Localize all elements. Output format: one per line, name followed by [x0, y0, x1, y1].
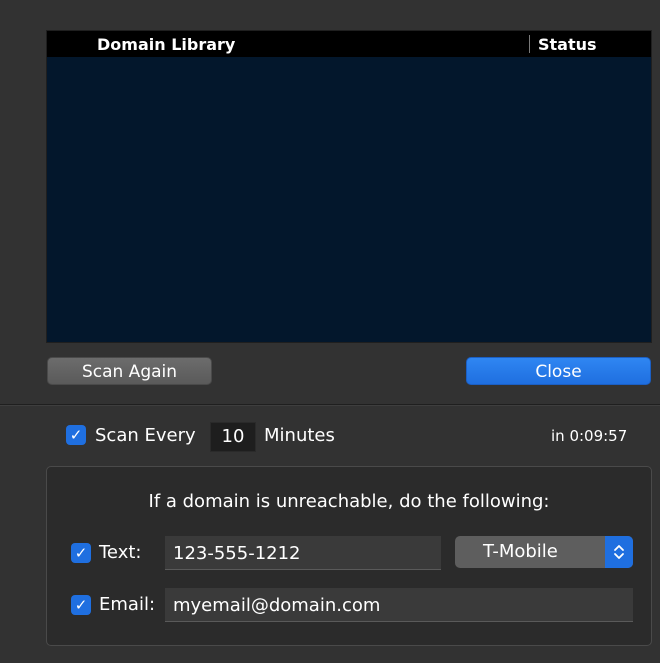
carrier-select[interactable]: T-Mobile	[455, 536, 633, 568]
alert-actions-group: If a domain is unreachable, do the follo…	[46, 466, 652, 646]
checkmark-icon: ✓	[74, 544, 88, 562]
countdown-timer: in 0:09:57	[551, 427, 628, 445]
carrier-select-value: T-Mobile	[483, 541, 558, 562]
email-input[interactable]: myemail@domain.com	[165, 588, 633, 622]
text-alert-label: Text:	[99, 542, 142, 563]
column-divider	[529, 35, 530, 53]
phone-number-input[interactable]: 123-555-1212	[165, 536, 441, 570]
window: Domain Library Status Scan Again Close ✓…	[0, 0, 660, 663]
close-button[interactable]: Close	[466, 357, 651, 385]
scan-every-checkbox[interactable]: ✓	[66, 425, 86, 445]
table-header: Domain Library Status	[47, 31, 651, 57]
minutes-label: Minutes	[264, 425, 335, 446]
scan-every-label: Scan Every	[95, 425, 196, 446]
scan-interval-input[interactable]: 10	[210, 422, 256, 452]
scan-again-button[interactable]: Scan Again	[47, 357, 212, 385]
text-alert-checkbox[interactable]: ✓	[71, 543, 91, 563]
alert-group-title: If a domain is unreachable, do the follo…	[148, 491, 550, 512]
column-header-status[interactable]: Status	[538, 35, 597, 54]
column-header-domain-library[interactable]: Domain Library	[97, 35, 235, 54]
chevron-up-down-icon	[605, 536, 633, 568]
email-alert-checkbox[interactable]: ✓	[71, 595, 91, 615]
checkmark-icon: ✓	[74, 596, 88, 614]
checkmark-icon: ✓	[69, 426, 83, 444]
domain-table[interactable]: Domain Library Status	[46, 30, 652, 343]
email-alert-label: Email:	[99, 594, 156, 615]
separator	[0, 404, 660, 406]
